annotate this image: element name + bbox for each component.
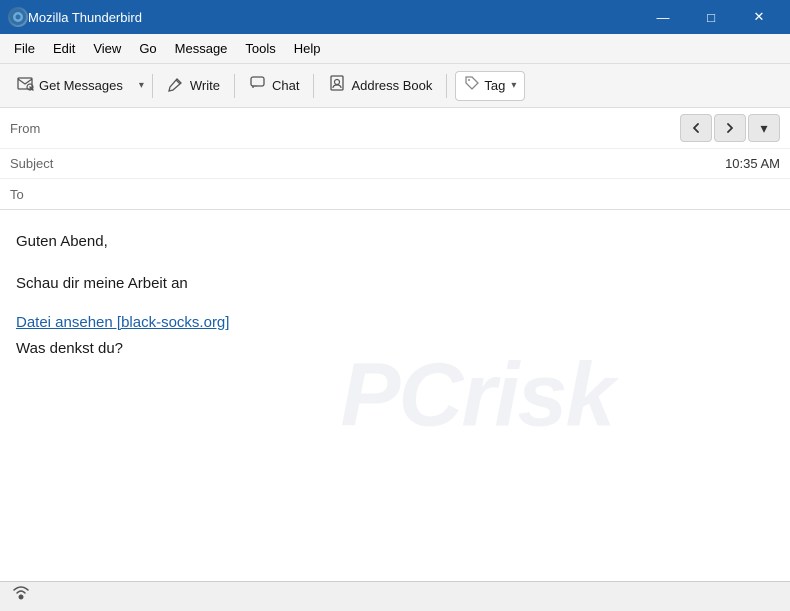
email-line3: Was denkst du?: [16, 337, 774, 361]
menu-edit[interactable]: Edit: [45, 37, 83, 60]
get-messages-dropdown[interactable]: ▾: [135, 69, 148, 103]
menu-message[interactable]: Message: [167, 37, 236, 60]
from-label: From: [10, 121, 65, 136]
nav-buttons: ▾: [680, 114, 780, 142]
window-title: Mozilla Thunderbird: [28, 10, 640, 25]
toolbar-separator-1: [152, 74, 153, 98]
address-book-icon: [328, 74, 346, 97]
write-label: Write: [190, 78, 220, 93]
prev-email-button[interactable]: [680, 114, 712, 142]
chat-icon: [249, 74, 267, 97]
minimize-button[interactable]: —: [640, 0, 686, 34]
chat-label: Chat: [272, 78, 299, 93]
subject-label: Subject: [10, 156, 65, 171]
address-book-label: Address Book: [351, 78, 432, 93]
tag-dropdown-arrow: ▾: [511, 80, 516, 91]
tag-button[interactable]: Tag ▾: [455, 71, 525, 101]
next-email-button[interactable]: [714, 114, 746, 142]
radio-waves-icon: [10, 583, 32, 610]
main-content: From ▾ Subject 10:35 AM: [0, 108, 790, 581]
tag-label: Tag: [484, 78, 505, 93]
get-messages-icon: [16, 74, 34, 97]
toolbar-separator-2: [234, 74, 235, 98]
to-label: To: [10, 187, 65, 202]
toolbar-separator-3: [313, 74, 314, 98]
get-messages-button[interactable]: Get Messages: [6, 69, 133, 103]
email-body: PCrisk Guten Abend, Schau dir meine Arbe…: [0, 210, 790, 581]
title-bar: Mozilla Thunderbird — □ ✕: [0, 0, 790, 34]
menu-view[interactable]: View: [85, 37, 129, 60]
app-icon: [8, 7, 28, 27]
window-controls: — □ ✕: [640, 0, 782, 34]
email-link[interactable]: Datei ansehen [black-socks.org]: [16, 314, 229, 331]
email-content: Guten Abend, Schau dir meine Arbeit an D…: [16, 230, 774, 361]
status-bar: [0, 581, 790, 611]
to-row: To: [0, 179, 790, 209]
toolbar-separator-4: [446, 74, 447, 98]
expand-header-button[interactable]: ▾: [748, 114, 780, 142]
close-button[interactable]: ✕: [736, 0, 782, 34]
get-messages-label: Get Messages: [39, 78, 123, 93]
menu-bar: File Edit View Go Message Tools Help: [0, 34, 790, 64]
from-row: From ▾: [0, 108, 790, 149]
email-header: From ▾ Subject 10:35 AM: [0, 108, 790, 210]
menu-tools[interactable]: Tools: [237, 37, 283, 60]
toolbar: Get Messages ▾ Write Chat: [0, 64, 790, 108]
email-line2: Schau dir meine Arbeit an: [16, 272, 774, 296]
menu-help[interactable]: Help: [286, 37, 329, 60]
menu-file[interactable]: File: [6, 37, 43, 60]
maximize-button[interactable]: □: [688, 0, 734, 34]
subject-row: Subject 10:35 AM: [0, 149, 790, 179]
timestamp: 10:35 AM: [725, 156, 780, 171]
email-greeting: Guten Abend,: [16, 230, 774, 254]
tag-icon: [464, 75, 480, 96]
write-button[interactable]: Write: [157, 69, 230, 103]
chat-button[interactable]: Chat: [239, 69, 309, 103]
address-book-button[interactable]: Address Book: [318, 69, 442, 103]
menu-go[interactable]: Go: [131, 37, 164, 60]
write-icon: [167, 74, 185, 97]
